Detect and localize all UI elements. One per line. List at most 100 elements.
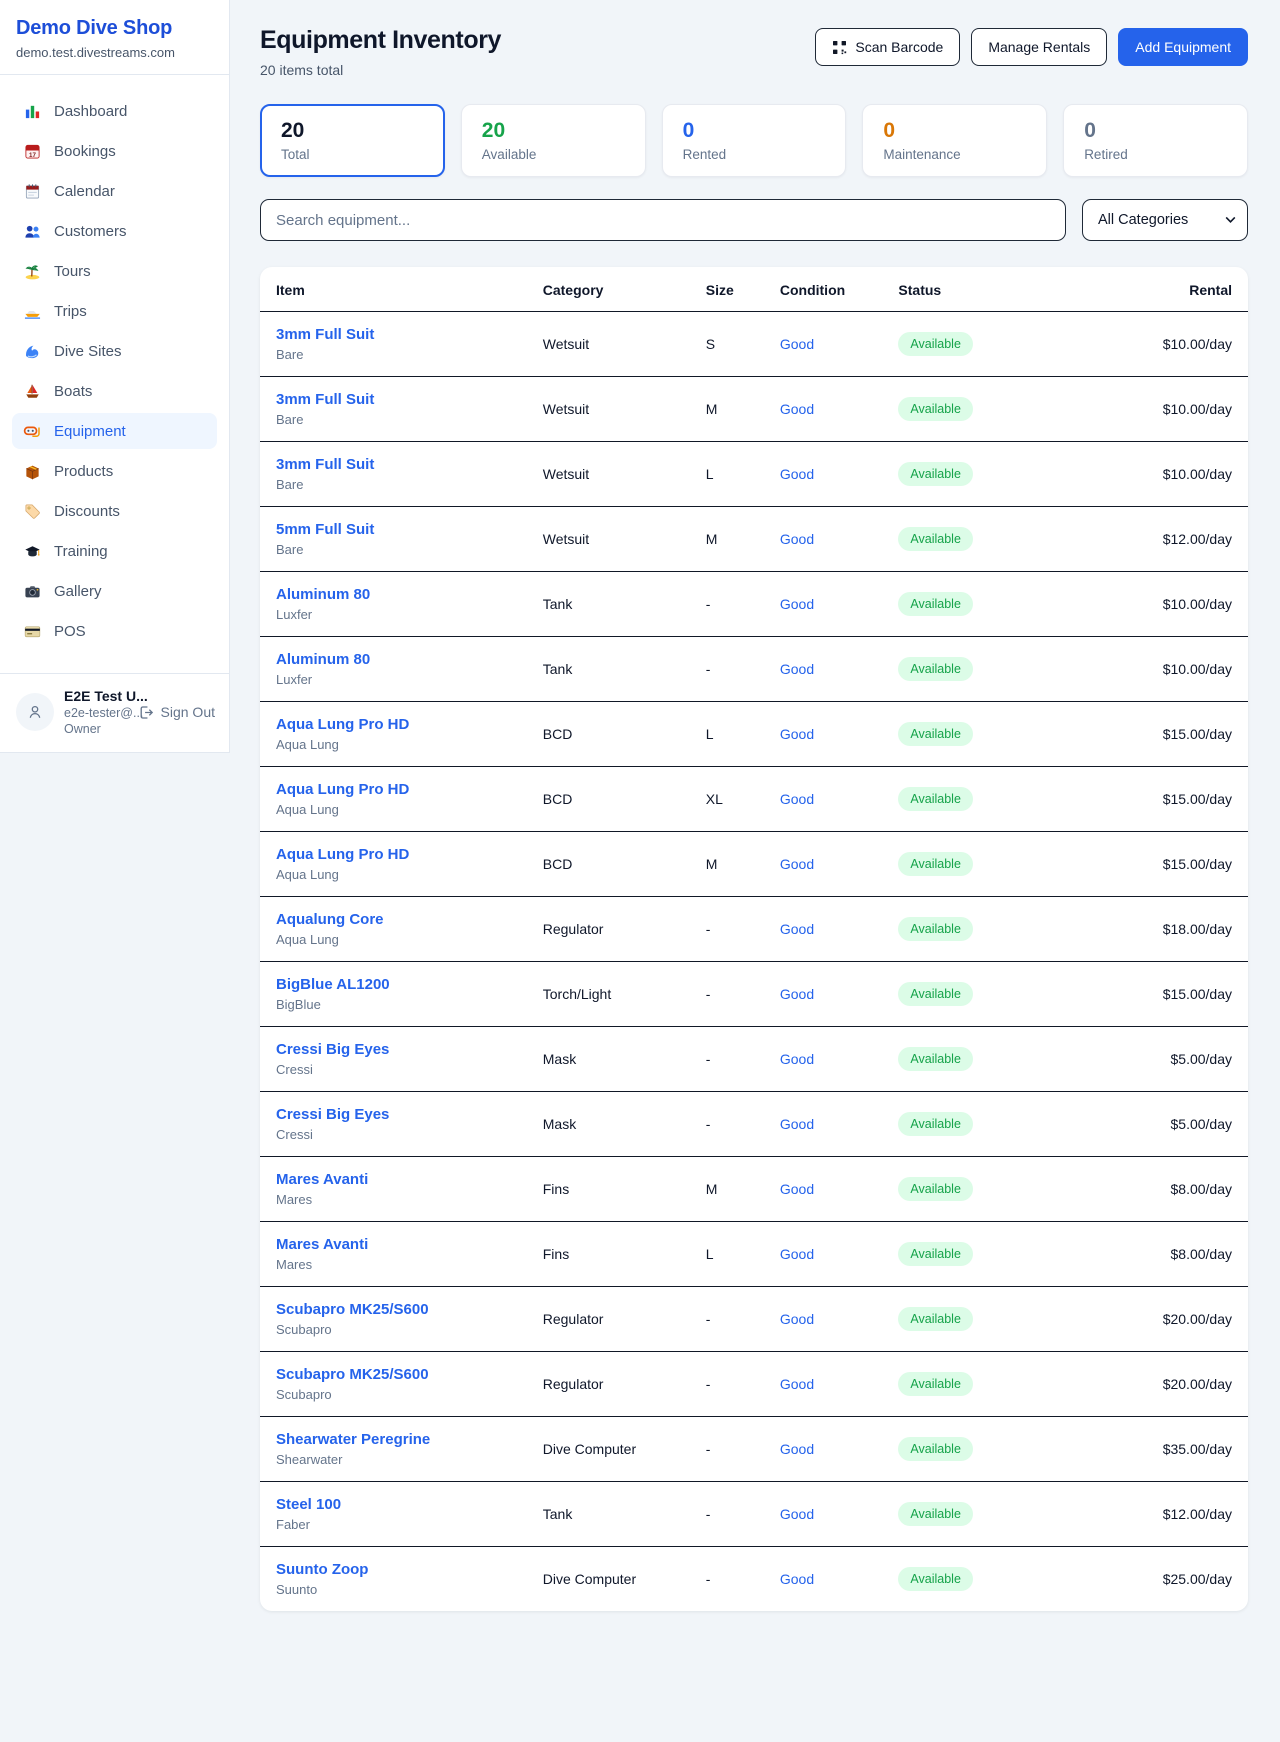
status-badge: Available	[898, 982, 973, 1006]
item-category: Regulator	[527, 897, 690, 962]
sidebar-item-calendar[interactable]: Calendar	[12, 173, 217, 209]
user-info: E2E Test U... e2e-tester@... Owner	[64, 688, 128, 736]
item-condition-link[interactable]: Good	[780, 1116, 814, 1132]
stat-card-available[interactable]: 20Available	[461, 104, 646, 177]
sign-out-button[interactable]: Sign Out	[138, 704, 215, 721]
sidebar-item-dive-sites[interactable]: Dive Sites	[12, 333, 217, 369]
item-name-link[interactable]: Cressi Big Eyes	[276, 1041, 511, 1058]
item-rental-price: $5.00/day	[1050, 1092, 1248, 1157]
sidebar-item-gallery[interactable]: Gallery	[12, 573, 217, 609]
sidebar-item-boats[interactable]: Boats	[12, 373, 217, 409]
sidebar-item-products[interactable]: Products	[12, 453, 217, 489]
item-rental-price: $15.00/day	[1050, 767, 1248, 832]
item-size: -	[690, 1352, 764, 1417]
stat-card-total[interactable]: 20Total	[260, 104, 445, 177]
item-condition-link[interactable]: Good	[780, 921, 814, 937]
item-condition-link[interactable]: Good	[780, 1246, 814, 1262]
item-category: Wetsuit	[527, 507, 690, 572]
item-name-link[interactable]: Aqualung Core	[276, 911, 511, 928]
stat-card-retired[interactable]: 0Retired	[1063, 104, 1248, 177]
item-name-link[interactable]: Aqua Lung Pro HD	[276, 846, 511, 863]
sidebar-item-training[interactable]: Training	[12, 533, 217, 569]
item-size: -	[690, 637, 764, 702]
item-category: Regulator	[527, 1352, 690, 1417]
scan-barcode-button[interactable]: Scan Barcode	[815, 28, 960, 66]
item-condition-link[interactable]: Good	[780, 1376, 814, 1392]
stat-card-maintenance[interactable]: 0Maintenance	[862, 104, 1047, 177]
item-name-link[interactable]: Cressi Big Eyes	[276, 1106, 511, 1123]
filters-row: All Categories	[260, 199, 1248, 241]
stat-label: Retired	[1084, 147, 1227, 162]
stat-card-rented[interactable]: 0Rented	[662, 104, 847, 177]
sidebar-item-customers[interactable]: Customers	[12, 213, 217, 249]
page-header: Equipment Inventory 20 items total Scan …	[260, 26, 1248, 78]
item-condition-link[interactable]: Good	[780, 1311, 814, 1327]
sidebar-item-dashboard[interactable]: Dashboard	[12, 93, 217, 129]
discounts-icon	[22, 502, 42, 520]
item-brand: Cressi	[276, 1062, 511, 1077]
add-equipment-button[interactable]: Add Equipment	[1118, 28, 1248, 66]
item-brand: Mares	[276, 1192, 511, 1207]
item-name-link[interactable]: 5mm Full Suit	[276, 521, 511, 538]
item-name-link[interactable]: Aqua Lung Pro HD	[276, 781, 511, 798]
item-condition-link[interactable]: Good	[780, 1441, 814, 1457]
column-header-item: Item	[260, 267, 527, 312]
item-brand: Aqua Lung	[276, 802, 511, 817]
item-name-link[interactable]: Scubapro MK25/S600	[276, 1366, 511, 1383]
sidebar-item-bookings[interactable]: 17Bookings	[12, 133, 217, 169]
item-name-link[interactable]: BigBlue AL1200	[276, 976, 511, 993]
category-filter-select[interactable]: All Categories	[1082, 199, 1248, 241]
item-name-link[interactable]: Scubapro MK25/S600	[276, 1301, 511, 1318]
dashboard-icon	[22, 102, 42, 120]
item-name-link[interactable]: 3mm Full Suit	[276, 456, 511, 473]
item-name-link[interactable]: 3mm Full Suit	[276, 326, 511, 343]
item-condition-link[interactable]: Good	[780, 531, 814, 547]
status-badge: Available	[898, 1242, 973, 1266]
item-condition-link[interactable]: Good	[780, 336, 814, 352]
sidebar-item-trips[interactable]: Trips	[12, 293, 217, 329]
item-condition-link[interactable]: Good	[780, 1506, 814, 1522]
item-condition-link[interactable]: Good	[780, 1181, 814, 1197]
user-role: Owner	[64, 722, 128, 736]
item-category: Fins	[527, 1222, 690, 1287]
search-input[interactable]	[260, 199, 1066, 241]
item-condition-link[interactable]: Good	[780, 726, 814, 742]
item-name-link[interactable]: 3mm Full Suit	[276, 391, 511, 408]
item-name-link[interactable]: Mares Avanti	[276, 1171, 511, 1188]
status-badge: Available	[898, 722, 973, 746]
item-name-link[interactable]: Aqua Lung Pro HD	[276, 716, 511, 733]
item-name-link[interactable]: Suunto Zoop	[276, 1561, 511, 1578]
sidebar-item-label: Customers	[54, 223, 127, 240]
item-condition-link[interactable]: Good	[780, 1571, 814, 1587]
item-condition-link[interactable]: Good	[780, 466, 814, 482]
tours-icon	[22, 262, 42, 280]
item-condition-link[interactable]: Good	[780, 596, 814, 612]
item-size: S	[690, 312, 764, 377]
item-rental-price: $35.00/day	[1050, 1417, 1248, 1482]
manage-rentals-button[interactable]: Manage Rentals	[971, 28, 1107, 66]
item-condition-link[interactable]: Good	[780, 661, 814, 677]
table-row: Aluminum 80LuxferTank-GoodAvailable$10.0…	[260, 572, 1248, 637]
item-condition-link[interactable]: Good	[780, 986, 814, 1002]
item-brand: Bare	[276, 542, 511, 557]
sidebar-item-equipment[interactable]: Equipment	[12, 413, 217, 449]
item-category: Dive Computer	[527, 1417, 690, 1482]
item-condition-link[interactable]: Good	[780, 856, 814, 872]
sidebar-item-tours[interactable]: Tours	[12, 253, 217, 289]
column-header-rental: Rental	[1050, 267, 1248, 312]
item-brand: Shearwater	[276, 1452, 511, 1467]
item-size: -	[690, 1482, 764, 1547]
item-condition-link[interactable]: Good	[780, 791, 814, 807]
item-name-link[interactable]: Steel 100	[276, 1496, 511, 1513]
stat-label: Total	[281, 147, 424, 162]
status-badge: Available	[898, 1177, 973, 1201]
item-name-link[interactable]: Shearwater Peregrine	[276, 1431, 511, 1448]
item-condition-link[interactable]: Good	[780, 401, 814, 417]
item-condition-link[interactable]: Good	[780, 1051, 814, 1067]
item-name-link[interactable]: Mares Avanti	[276, 1236, 511, 1253]
sidebar-item-discounts[interactable]: Discounts	[12, 493, 217, 529]
shop-title: Demo Dive Shop	[16, 17, 213, 40]
item-name-link[interactable]: Aluminum 80	[276, 651, 511, 668]
item-name-link[interactable]: Aluminum 80	[276, 586, 511, 603]
sidebar-item-pos[interactable]: POS	[12, 613, 217, 649]
